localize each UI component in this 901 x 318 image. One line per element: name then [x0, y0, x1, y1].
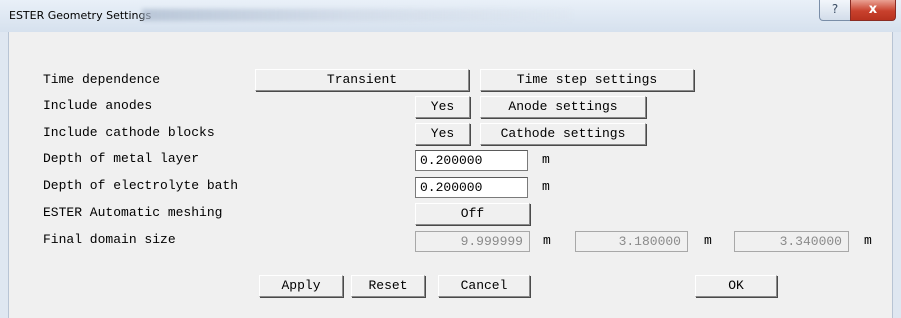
window-title: ESTER Geometry Settings [9, 9, 152, 22]
metal-depth-unit: m [542, 152, 550, 167]
include-anodes-label: Include anodes [43, 98, 153, 113]
include-cathode-blocks-label: Include cathode blocks [43, 125, 215, 140]
cancel-button[interactable]: Cancel [438, 275, 530, 297]
domain-size-y-field: 3.180000 [575, 231, 688, 252]
apply-button[interactable]: Apply [259, 275, 343, 297]
help-button[interactable]: ? [819, 0, 851, 21]
auto-meshing-toggle[interactable]: Off [415, 203, 530, 225]
reset-button[interactable]: Reset [351, 275, 425, 297]
title-bar: ESTER Geometry Settings ? x [0, 0, 901, 32]
time-dependence-toggle[interactable]: Transient [255, 69, 469, 91]
ok-button[interactable]: OK [695, 275, 777, 297]
bath-depth-label: Depth of electrolyte bath [43, 178, 239, 193]
auto-meshing-label: ESTER Automatic meshing [43, 205, 223, 220]
domain-size-z-field: 3.340000 [734, 231, 849, 252]
time-dependence-label: Time dependence [43, 72, 161, 87]
help-icon: ? [831, 2, 839, 16]
close-icon: x [868, 2, 878, 17]
title-blur-region [142, 9, 572, 21]
metal-depth-input[interactable]: 0.200000 [415, 150, 528, 171]
include-cathode-blocks-toggle[interactable]: Yes [415, 123, 470, 145]
domain-size-z-unit: m [864, 233, 872, 248]
anode-settings-button[interactable]: Anode settings [480, 96, 646, 118]
cathode-settings-button[interactable]: Cathode settings [480, 123, 646, 145]
domain-size-label: Final domain size [43, 232, 176, 247]
bath-depth-input[interactable]: 0.200000 [415, 177, 528, 198]
domain-size-x-field: 9.999999 [415, 231, 530, 252]
close-button[interactable]: x [850, 0, 896, 21]
metal-depth-label: Depth of metal layer [43, 151, 200, 166]
time-step-settings-button[interactable]: Time step settings [480, 69, 694, 91]
domain-size-x-unit: m [543, 233, 551, 248]
dialog-body: Time dependence Transient Time step sett… [8, 32, 893, 318]
include-anodes-toggle[interactable]: Yes [415, 96, 470, 118]
bath-depth-unit: m [542, 179, 550, 194]
domain-size-y-unit: m [704, 233, 712, 248]
